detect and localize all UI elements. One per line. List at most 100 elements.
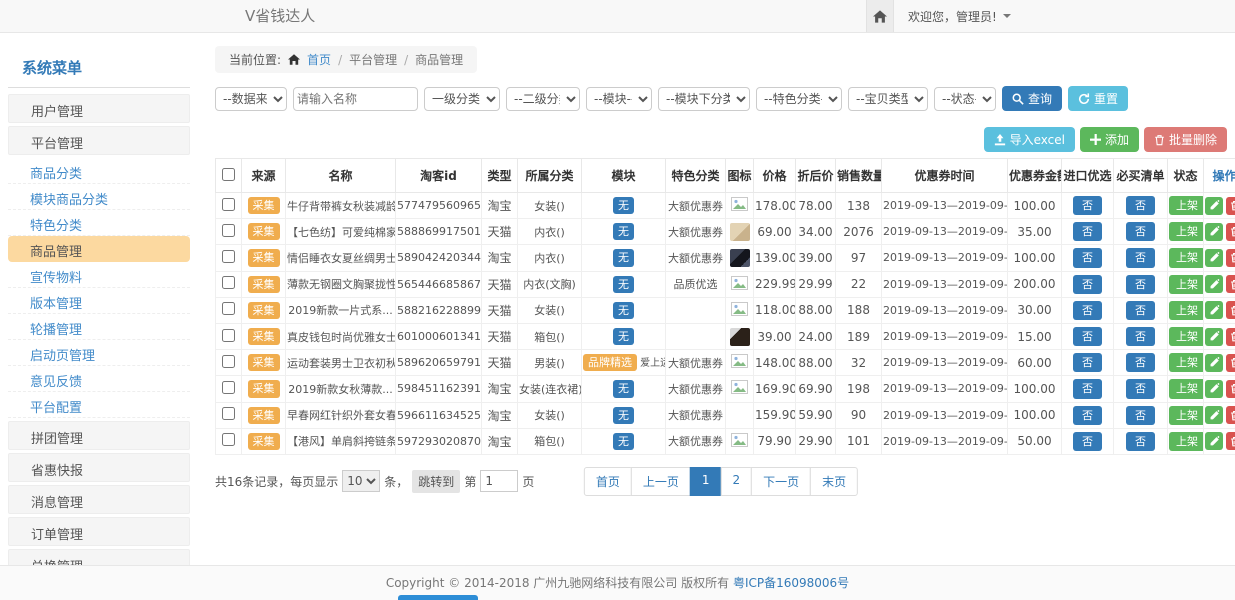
select-all-checkbox[interactable] xyxy=(222,168,235,181)
page-button-首页[interactable]: 首页 xyxy=(584,467,632,496)
filter-select---模块下分类--[interactable]: --模块下分类-- xyxy=(658,87,750,111)
icp-link[interactable]: 粤ICP备16098006号 xyxy=(733,576,849,590)
row-checkbox[interactable] xyxy=(222,198,235,211)
must-buy-toggle[interactable]: 否 xyxy=(1126,353,1155,372)
must-buy-toggle[interactable]: 否 xyxy=(1126,222,1155,241)
page-button-2[interactable]: 2 xyxy=(721,467,753,496)
import-optimal-toggle[interactable]: 否 xyxy=(1073,406,1102,425)
row-checkbox[interactable] xyxy=(222,302,235,315)
row-checkbox[interactable] xyxy=(222,224,235,237)
must-buy-toggle[interactable]: 否 xyxy=(1126,379,1155,398)
row-checkbox[interactable] xyxy=(222,355,235,368)
status-toggle[interactable]: 上架 xyxy=(1169,222,1204,241)
edit-button[interactable] xyxy=(1205,328,1223,346)
edit-button[interactable] xyxy=(1205,301,1223,319)
filter-select---特色分类--[interactable]: --特色分类-- xyxy=(756,87,842,111)
delete-button[interactable] xyxy=(1226,301,1235,319)
import-optimal-toggle[interactable]: 否 xyxy=(1073,196,1102,215)
sidebar-item-消息管理[interactable]: 消息管理 xyxy=(8,485,190,514)
sidebar-item-商品分类[interactable]: 商品分类 xyxy=(8,158,190,184)
user-menu[interactable]: 欢迎您，管理员! xyxy=(894,0,1025,32)
sidebar-item-用户管理[interactable]: 用户管理 xyxy=(8,94,190,123)
must-buy-toggle[interactable]: 否 xyxy=(1126,406,1155,425)
edit-button[interactable] xyxy=(1205,197,1223,215)
status-toggle[interactable]: 上架 xyxy=(1169,275,1204,294)
query-button[interactable]: 查询 xyxy=(1002,86,1062,111)
page-button-1[interactable]: 1 xyxy=(690,467,722,496)
batch-delete-button[interactable]: 批量删除 xyxy=(1144,127,1227,152)
import-optimal-toggle[interactable]: 否 xyxy=(1073,248,1102,267)
sidebar-item-平台管理[interactable]: 平台管理 xyxy=(8,126,190,155)
edit-button[interactable] xyxy=(1205,223,1223,241)
must-buy-toggle[interactable]: 否 xyxy=(1126,248,1155,267)
delete-button[interactable] xyxy=(1226,432,1235,450)
status-toggle[interactable]: 上架 xyxy=(1169,327,1204,346)
import-optimal-toggle[interactable]: 否 xyxy=(1073,327,1102,346)
edit-button[interactable] xyxy=(1205,380,1223,398)
sidebar-item-宣传物料[interactable]: 宣传物料 xyxy=(8,262,190,288)
delete-button[interactable] xyxy=(1226,275,1235,293)
breadcrumb-home-link[interactable]: 首页 xyxy=(307,51,331,68)
import-excel-button[interactable]: 导入excel xyxy=(984,127,1075,152)
row-checkbox[interactable] xyxy=(222,276,235,289)
delete-button[interactable] xyxy=(1226,406,1235,424)
sidebar-item-意见反馈[interactable]: 意见反馈 xyxy=(8,366,190,392)
import-optimal-toggle[interactable]: 否 xyxy=(1073,353,1102,372)
page-button-上一页[interactable]: 上一页 xyxy=(631,467,691,496)
filter-select---宝贝类型--[interactable]: --宝贝类型-- xyxy=(848,87,928,111)
edit-button[interactable] xyxy=(1205,432,1223,450)
must-buy-toggle[interactable]: 否 xyxy=(1126,301,1155,320)
delete-button[interactable] xyxy=(1226,354,1235,372)
edit-button[interactable] xyxy=(1205,249,1223,267)
status-toggle[interactable]: 上架 xyxy=(1169,196,1204,215)
sidebar-item-拼团管理[interactable]: 拼团管理 xyxy=(8,421,190,450)
edit-button[interactable] xyxy=(1205,354,1223,372)
edit-button[interactable] xyxy=(1205,275,1223,293)
sidebar-item-商品管理[interactable]: 商品管理 xyxy=(8,236,190,262)
row-checkbox[interactable] xyxy=(222,407,235,420)
name-search-input[interactable] xyxy=(293,87,418,111)
import-optimal-toggle[interactable]: 否 xyxy=(1073,222,1102,241)
edit-button[interactable] xyxy=(1205,406,1223,424)
add-button[interactable]: 添加 xyxy=(1080,127,1139,152)
delete-button[interactable] xyxy=(1226,223,1235,241)
import-optimal-toggle[interactable]: 否 xyxy=(1073,301,1102,320)
page-button-下一页[interactable]: 下一页 xyxy=(751,467,811,496)
import-optimal-toggle[interactable]: 否 xyxy=(1073,379,1102,398)
home-button[interactable] xyxy=(866,0,894,32)
filter-select---模块--[interactable]: --模块-- xyxy=(586,87,652,111)
status-toggle[interactable]: 上架 xyxy=(1169,379,1204,398)
must-buy-toggle[interactable]: 否 xyxy=(1126,432,1155,451)
jump-button[interactable]: 跳转到 xyxy=(412,470,460,493)
status-toggle[interactable]: 上架 xyxy=(1169,353,1204,372)
filter-select---状态--[interactable]: --状态-- xyxy=(934,87,996,111)
import-optimal-toggle[interactable]: 否 xyxy=(1073,432,1102,451)
status-toggle[interactable]: 上架 xyxy=(1169,248,1204,267)
sidebar-item-特色分类[interactable]: 特色分类 xyxy=(8,210,190,236)
sidebar-item-平台配置[interactable]: 平台配置 xyxy=(8,392,190,418)
row-checkbox[interactable] xyxy=(222,381,235,394)
must-buy-toggle[interactable]: 否 xyxy=(1126,275,1155,294)
row-checkbox[interactable] xyxy=(222,329,235,342)
reset-button[interactable]: 重置 xyxy=(1068,86,1128,111)
status-toggle[interactable]: 上架 xyxy=(1169,406,1204,425)
delete-button[interactable] xyxy=(1226,249,1235,267)
sidebar-item-订单管理[interactable]: 订单管理 xyxy=(8,517,190,546)
must-buy-toggle[interactable]: 否 xyxy=(1126,196,1155,215)
per-page-select[interactable]: 10 xyxy=(342,470,380,492)
filter-select---二级分类--[interactable]: --二级分类-- xyxy=(506,87,580,111)
sidebar-item-版本管理[interactable]: 版本管理 xyxy=(8,288,190,314)
delete-button[interactable] xyxy=(1226,197,1235,215)
sidebar-item-启动页管理[interactable]: 启动页管理 xyxy=(8,340,190,366)
sidebar-item-省惠快报[interactable]: 省惠快报 xyxy=(8,453,190,482)
row-checkbox[interactable] xyxy=(222,250,235,263)
page-number-input[interactable] xyxy=(480,470,518,492)
sidebar-item-兑换管理[interactable]: 兑换管理 xyxy=(8,549,190,565)
import-optimal-toggle[interactable]: 否 xyxy=(1073,275,1102,294)
filter-select-一级分类[interactable]: 一级分类 xyxy=(424,87,500,111)
delete-button[interactable] xyxy=(1226,380,1235,398)
status-toggle[interactable]: 上架 xyxy=(1169,432,1204,451)
sidebar-item-模块商品分类[interactable]: 模块商品分类 xyxy=(8,184,190,210)
delete-button[interactable] xyxy=(1226,328,1235,346)
must-buy-toggle[interactable]: 否 xyxy=(1126,327,1155,346)
